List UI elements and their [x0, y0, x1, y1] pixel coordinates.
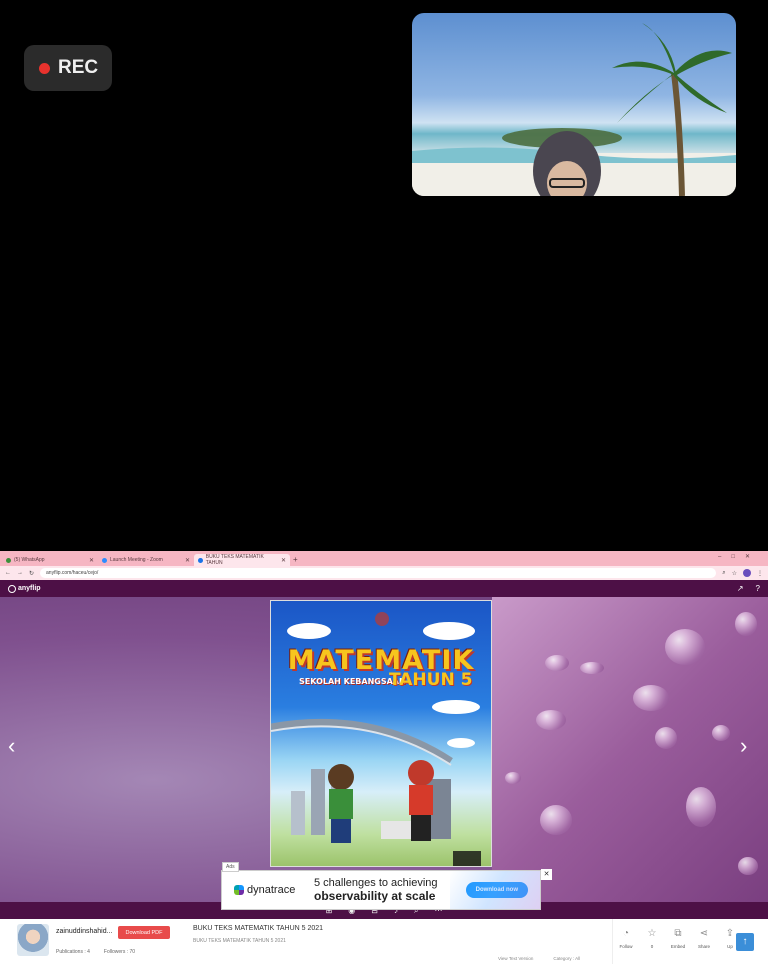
back-icon[interactable]: ←	[5, 570, 11, 576]
reload-icon[interactable]: ↻	[29, 570, 34, 577]
publication-subtitle: BUKU TEKS MATEMATIK TAHUN 5 2021	[193, 938, 286, 944]
tab-bar: (5) WhatsApp ✕ Launch Meeting - Zoom ✕ B…	[0, 551, 768, 566]
zoom-icon	[102, 557, 107, 563]
like-button[interactable]: ☆ 0	[639, 919, 665, 964]
close-tab-icon[interactable]: ✕	[185, 557, 190, 564]
close-ad-icon[interactable]: ✕	[541, 869, 552, 880]
star-icon: ☆	[647, 928, 657, 939]
share-button[interactable]: ⋖ Share	[691, 919, 717, 964]
view-text-version-link[interactable]: View Text Version	[498, 956, 533, 961]
water-drop	[540, 805, 572, 835]
publication-info: zainuddinshahid... Download PDF Publicat…	[0, 919, 768, 964]
water-drop	[655, 727, 677, 749]
share-out-icon[interactable]: ↗	[737, 584, 744, 593]
publication-meta: View Text Version Category : All	[498, 956, 580, 961]
ad-tag: Ads	[222, 862, 239, 872]
dynatrace-logo-icon	[234, 885, 244, 895]
close-tab-icon[interactable]: ✕	[89, 557, 94, 564]
tab-label: BUKU TEKS MATEMATIK TAHUN	[205, 554, 264, 566]
camera-video-feed	[412, 23, 736, 196]
follow-button[interactable]: ◔ Follow	[613, 919, 639, 964]
water-drop	[665, 629, 705, 665]
url-field[interactable]: anyflip.com/haceu/cejo/	[40, 568, 717, 578]
background-water-drops	[492, 597, 768, 902]
action-label: 0	[650, 944, 654, 949]
recording-label: REC	[58, 57, 99, 78]
recording-badge: REC	[24, 45, 112, 91]
url-text: anyflip.com/haceu/cejo/	[46, 570, 99, 576]
scroll-to-top-button[interactable]: ↑	[736, 933, 754, 951]
water-drop	[686, 787, 716, 827]
action-label: Share	[697, 944, 710, 949]
water-drop	[580, 662, 604, 674]
rss-icon: ◔	[622, 928, 630, 939]
record-dot-icon	[39, 62, 50, 74]
water-drop	[505, 772, 521, 784]
category-label: Category : All	[553, 956, 581, 961]
new-tab-button[interactable]: +	[293, 554, 298, 566]
window-controls[interactable]: –□✕	[718, 553, 760, 560]
whatsapp-icon	[6, 557, 11, 563]
action-label: Follow	[619, 944, 633, 949]
header-icons: ↗ ?	[737, 584, 760, 593]
address-bar: ← → ↻ anyflip.com/haceu/cejo/ ⌕ ☆ ⋮	[0, 566, 768, 580]
ad-download-button[interactable]: Download now	[465, 882, 528, 898]
tab-label: (5) WhatsApp	[14, 557, 45, 563]
water-drop	[712, 725, 730, 741]
ad-headline: 5 challenges to achieving observability …	[310, 877, 466, 903]
author-name[interactable]: zainuddinshahid...	[56, 928, 112, 935]
tab-zoom[interactable]: Launch Meeting - Zoom ✕	[98, 554, 194, 566]
book-cover[interactable]: MATEMATIK SEKOLAH KEBANGSAAN TAHUN 5	[270, 600, 492, 867]
advertisement-banner[interactable]: Ads ✕ dynatrace 5 challenges to achievin…	[221, 862, 552, 910]
search-icon[interactable]: ⌕	[722, 570, 725, 577]
anyflip-logo[interactable]: anyflip	[8, 584, 41, 593]
camera-thumbnail[interactable]	[412, 13, 736, 196]
author-avatar[interactable]	[17, 924, 49, 956]
embed-button[interactable]: ⧉ Embed	[665, 919, 691, 964]
share-icon: ⋖	[699, 928, 709, 939]
globe-icon	[198, 557, 203, 563]
ad-line-1: 5 challenges to achieving	[314, 877, 438, 889]
water-drop	[633, 685, 669, 711]
previous-page-arrow-icon[interactable]: ‹	[8, 735, 15, 757]
ad-brand-text: dynatrace	[247, 884, 296, 896]
publication-title: BUKU TEKS MATEMATIK TAHUN 5 2021	[193, 925, 324, 932]
book-cover-illustration	[271, 612, 481, 866]
water-drop	[545, 655, 569, 671]
publications-count: Publications : 4	[56, 949, 90, 955]
anyflip-header: anyflip ↗ ?	[0, 580, 768, 597]
upload-icon: ⇪	[725, 928, 735, 939]
water-drop	[536, 710, 566, 730]
menu-kebab-icon[interactable]: ⋮	[757, 570, 763, 577]
book-grade: TAHUN 5	[389, 670, 473, 690]
flipbook-viewer: ‹ › MATEMATIK SEKOLAH KEBANGSAAN TAHUN 5	[0, 597, 768, 902]
tab-anyflip[interactable]: BUKU TEKS MATEMATIK TAHUN ✕	[194, 554, 290, 566]
action-label: Up	[727, 944, 733, 949]
author-stats: Publications : 4 Followers : 70	[56, 949, 135, 955]
download-pdf-button[interactable]: Download PDF	[118, 926, 170, 939]
close-tab-icon[interactable]: ✕	[281, 557, 286, 564]
download-pdf-label: Download PDF	[125, 929, 163, 936]
tab-label: Launch Meeting - Zoom	[110, 557, 163, 563]
help-icon[interactable]: ?	[756, 584, 760, 593]
followers-count: Followers : 70	[103, 949, 136, 955]
water-drop	[738, 857, 758, 875]
logo-icon	[8, 584, 16, 593]
action-label: Embed	[670, 944, 686, 949]
ad-brand: dynatrace	[222, 884, 310, 896]
bookmark-star-icon[interactable]: ☆	[732, 570, 737, 577]
tab-whatsapp[interactable]: (5) WhatsApp ✕	[2, 554, 98, 566]
profile-avatar-icon[interactable]	[743, 569, 751, 577]
water-drop	[735, 612, 757, 636]
embed-icon: ⧉	[674, 928, 682, 939]
next-page-arrow-icon[interactable]: ›	[740, 735, 747, 757]
screen: REC (5) WhatsApp ✕ Launch Meeting - Zoom…	[0, 0, 768, 964]
browser-window: (5) WhatsApp ✕ Launch Meeting - Zoom ✕ B…	[0, 551, 768, 964]
logo-text: anyflip	[18, 585, 41, 592]
action-buttons: ◔ Follow ☆ 0 ⧉ Embed ⋖ Share ⇪ Up	[612, 919, 743, 964]
forward-icon[interactable]: →	[17, 570, 23, 576]
ad-line-2: observability at scale	[314, 889, 436, 903]
